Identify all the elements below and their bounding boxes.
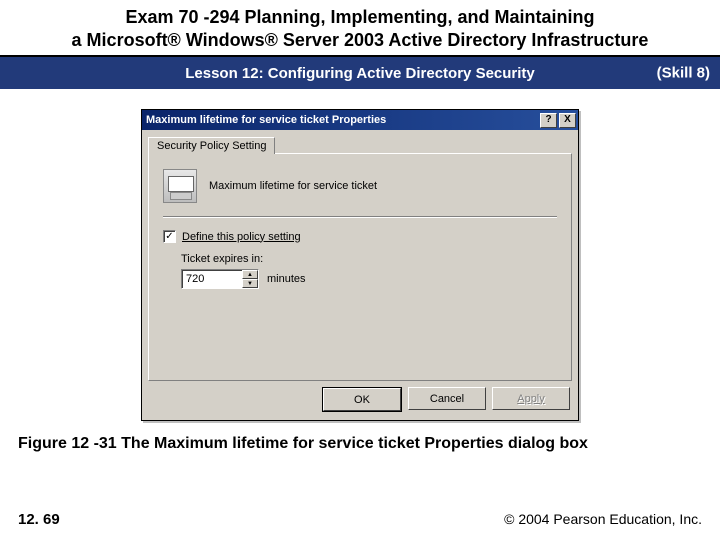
policy-name: Maximum lifetime for service ticket	[209, 180, 377, 192]
tab-row: Security Policy Setting	[142, 130, 578, 153]
checkmark-icon: ✓	[165, 232, 173, 242]
policy-icon	[163, 169, 197, 203]
units-label: minutes	[267, 273, 306, 285]
spin-down-button[interactable]: ▼	[242, 279, 258, 288]
lesson-title: Lesson 12: Configuring Active Directory …	[185, 65, 535, 82]
close-icon: X	[564, 115, 571, 125]
define-policy-checkbox[interactable]: ✓	[163, 230, 176, 243]
properties-dialog: Maximum lifetime for service ticket Prop…	[141, 109, 579, 421]
separator	[163, 216, 557, 218]
dialog-button-row: OK Cancel Apply	[142, 387, 578, 420]
chevron-down-icon: ▼	[247, 281, 253, 287]
help-button[interactable]: ?	[540, 113, 557, 128]
ticket-expires-value[interactable]: 720	[182, 270, 242, 288]
tab-panel: Maximum lifetime for service ticket ✓ De…	[148, 153, 572, 381]
slide-title-line1: Exam 70 -294 Planning, Implementing, and…	[12, 6, 708, 29]
ok-button[interactable]: OK	[323, 388, 401, 411]
skill-label: (Skill 8)	[657, 65, 710, 82]
close-button[interactable]: X	[559, 113, 576, 128]
copyright: © 2004 Pearson Education, Inc.	[504, 511, 702, 528]
tab-security-policy-setting[interactable]: Security Policy Setting	[148, 137, 275, 154]
define-policy-label: Define this policy setting	[182, 231, 301, 243]
footer: 12. 69 © 2004 Pearson Education, Inc.	[0, 511, 720, 528]
slide-title-line2: a Microsoft® Windows® Server 2003 Active…	[12, 29, 708, 52]
ticket-expires-spinner[interactable]: 720 ▲ ▼	[181, 269, 259, 289]
ticket-expires-label: Ticket expires in:	[181, 253, 557, 265]
spin-up-button[interactable]: ▲	[242, 270, 258, 279]
apply-button-label: Apply	[517, 393, 545, 405]
titlebar-text: Maximum lifetime for service ticket Prop…	[146, 114, 538, 126]
page-number: 12. 69	[18, 511, 60, 528]
lesson-bar: Lesson 12: Configuring Active Directory …	[0, 55, 720, 89]
help-icon: ?	[545, 115, 551, 125]
apply-button[interactable]: Apply	[492, 387, 570, 410]
slide-title: Exam 70 -294 Planning, Implementing, and…	[0, 0, 720, 55]
titlebar[interactable]: Maximum lifetime for service ticket Prop…	[142, 110, 578, 130]
figure-caption: Figure 12 -31 The Maximum lifetime for s…	[0, 421, 720, 453]
chevron-up-icon: ▲	[247, 272, 253, 278]
cancel-button[interactable]: Cancel	[408, 387, 486, 410]
